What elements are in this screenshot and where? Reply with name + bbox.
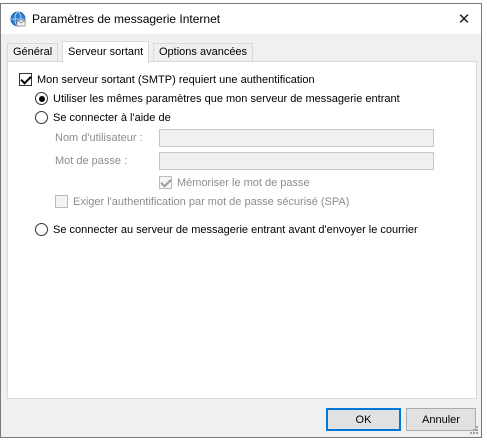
resize-grip-icon[interactable] — [469, 425, 479, 435]
spa-option[interactable]: Exiger l'authentification par mot de pas… — [55, 195, 349, 208]
smtp-auth-checkbox[interactable] — [19, 73, 32, 86]
dialog-title: Paramètres de messagerie Internet — [32, 12, 221, 26]
tab-advanced-options[interactable]: Options avancées — [153, 43, 254, 62]
tab-general[interactable]: Général — [7, 43, 59, 62]
password-field[interactable] — [159, 152, 434, 170]
username-field[interactable] — [159, 129, 434, 147]
same-settings-radio[interactable] — [35, 92, 48, 105]
same-settings-label: Utiliser les mêmes paramètres que mon se… — [53, 92, 400, 105]
spa-label: Exiger l'authentification par mot de pas… — [73, 195, 350, 208]
internet-email-settings-dialog: Paramètres de messagerie Internet ✕ Géné… — [0, 3, 482, 438]
remember-password-option[interactable]: Mémoriser le mot de passe — [159, 176, 310, 189]
smtp-auth-label: Mon serveur sortant (SMTP) requiert une … — [37, 73, 315, 86]
remember-password-checkbox[interactable] — [159, 176, 172, 189]
close-icon: ✕ — [457, 11, 471, 28]
username-label: Nom d'utilisateur : — [55, 132, 143, 144]
login-with-option[interactable]: Se connecter à l'aide de — [35, 111, 171, 124]
title-bar: Paramètres de messagerie Internet ✕ — [1, 4, 481, 34]
remember-password-label: Mémoriser le mot de passe — [177, 176, 310, 189]
smtp-auth-option[interactable]: Mon serveur sortant (SMTP) requiert une … — [19, 73, 315, 86]
login-before-label: Se connecter au serveur de messagerie en… — [53, 223, 418, 236]
outgoing-server-panel: Mon serveur sortant (SMTP) requiert une … — [7, 61, 477, 399]
tab-outgoing-server[interactable]: Serveur sortant — [62, 41, 150, 63]
login-before-radio[interactable] — [35, 223, 48, 236]
ok-button[interactable]: OK — [326, 408, 401, 431]
login-with-radio[interactable] — [35, 111, 48, 124]
mail-settings-icon — [10, 11, 26, 27]
password-label: Mot de passe : — [55, 155, 128, 167]
login-with-label: Se connecter à l'aide de — [53, 111, 171, 124]
close-button[interactable]: ✕ — [447, 4, 481, 34]
cancel-button[interactable]: Annuler — [406, 408, 476, 431]
login-before-option[interactable]: Se connecter au serveur de messagerie en… — [35, 223, 418, 236]
same-settings-option[interactable]: Utiliser les mêmes paramètres que mon se… — [35, 92, 400, 105]
spa-checkbox[interactable] — [55, 195, 68, 208]
